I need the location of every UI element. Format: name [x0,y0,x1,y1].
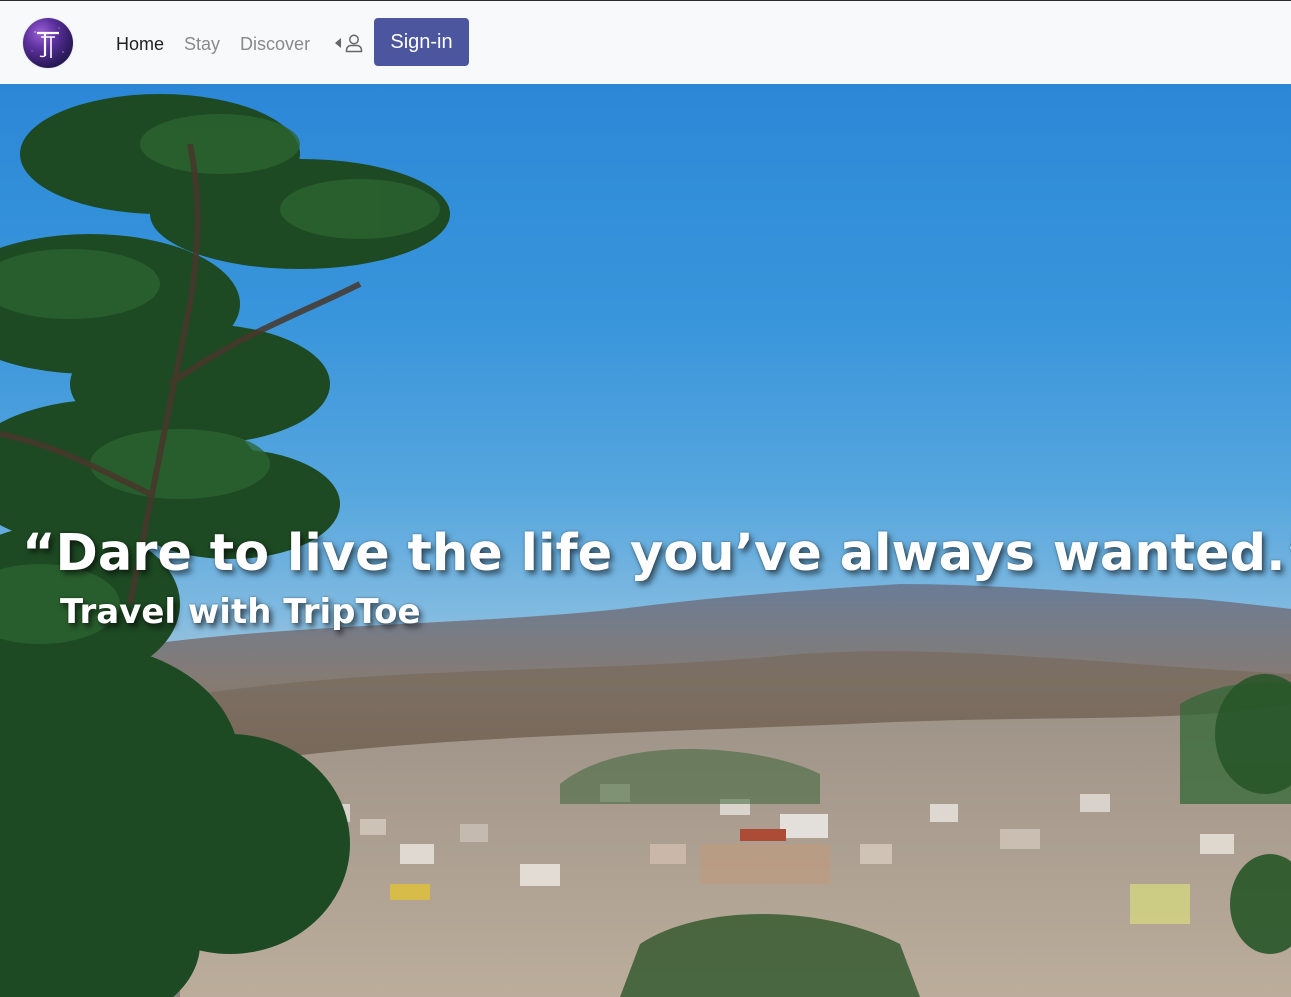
tt-monogram-icon [31,27,64,58]
user-icon [345,34,363,53]
sign-in-button[interactable]: Sign-in [374,18,469,66]
caret-left-icon [335,38,341,48]
nav-home-link[interactable]: Home [116,33,164,55]
nav-discover-link[interactable]: Discover [240,33,310,55]
nav-stay-link[interactable]: Stay [184,33,220,55]
navbar: Home Stay Discover Sign-in [0,1,1291,85]
user-menu-toggle[interactable] [335,32,367,54]
triptoe-logo[interactable] [23,18,73,68]
main-nav: Home Stay Discover [116,31,330,57]
hero-banner: “Dare to live the life you’ve always wan… [0,84,1291,997]
hero-quote: “Dare to live the life you’ve always wan… [22,524,1291,583]
hero-tagline: Travel with TripToe [60,592,421,632]
